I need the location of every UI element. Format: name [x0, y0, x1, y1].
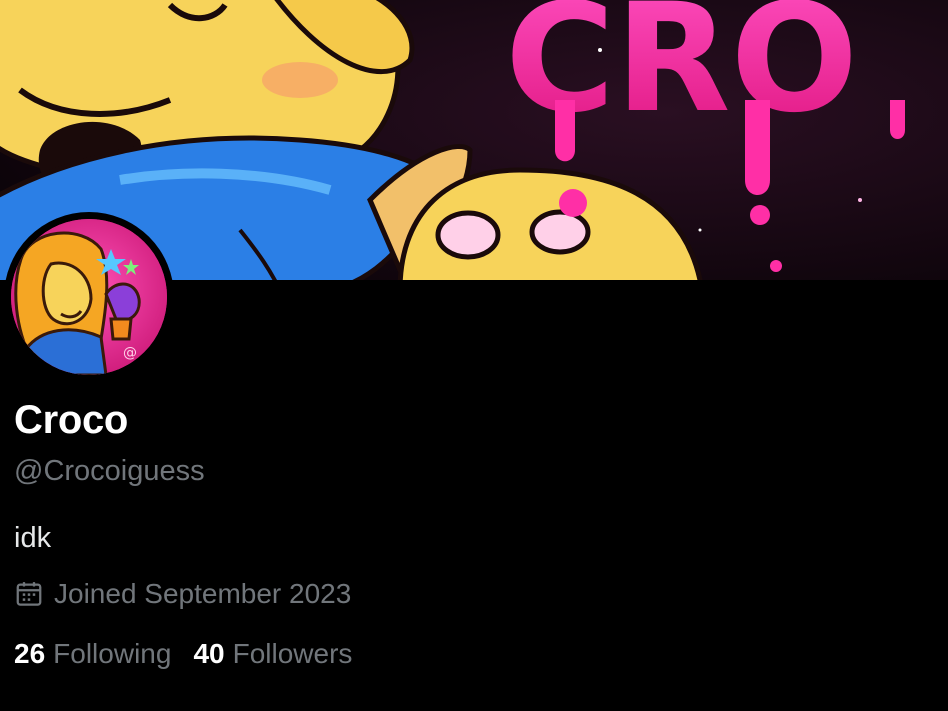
- followers-link[interactable]: 40 Followers: [193, 638, 352, 670]
- joined-date-row: Joined September 2023: [14, 578, 351, 610]
- profile-page: CRO @ Croco @Crocoiguess idk Joined Sept…: [0, 0, 948, 711]
- avatar-image: @: [11, 219, 167, 375]
- following-label: Following: [53, 638, 172, 669]
- svg-text:@: @: [123, 345, 137, 361]
- following-link[interactable]: 26 Following: [14, 638, 171, 670]
- followers-count: 40: [193, 638, 225, 669]
- avatar-frame[interactable]: @: [4, 212, 174, 382]
- calendar-icon: [14, 579, 44, 609]
- following-count: 26: [14, 638, 46, 669]
- joined-date: Joined September 2023: [54, 578, 352, 609]
- user-handle: @Crocoiguess: [14, 455, 205, 487]
- followers-label: Followers: [232, 638, 353, 669]
- profile-bio: idk: [14, 522, 52, 554]
- display-name: Croco: [14, 398, 129, 442]
- follow-stats: 26 Following 40 Followers: [14, 638, 352, 670]
- avatar[interactable]: @: [11, 219, 167, 375]
